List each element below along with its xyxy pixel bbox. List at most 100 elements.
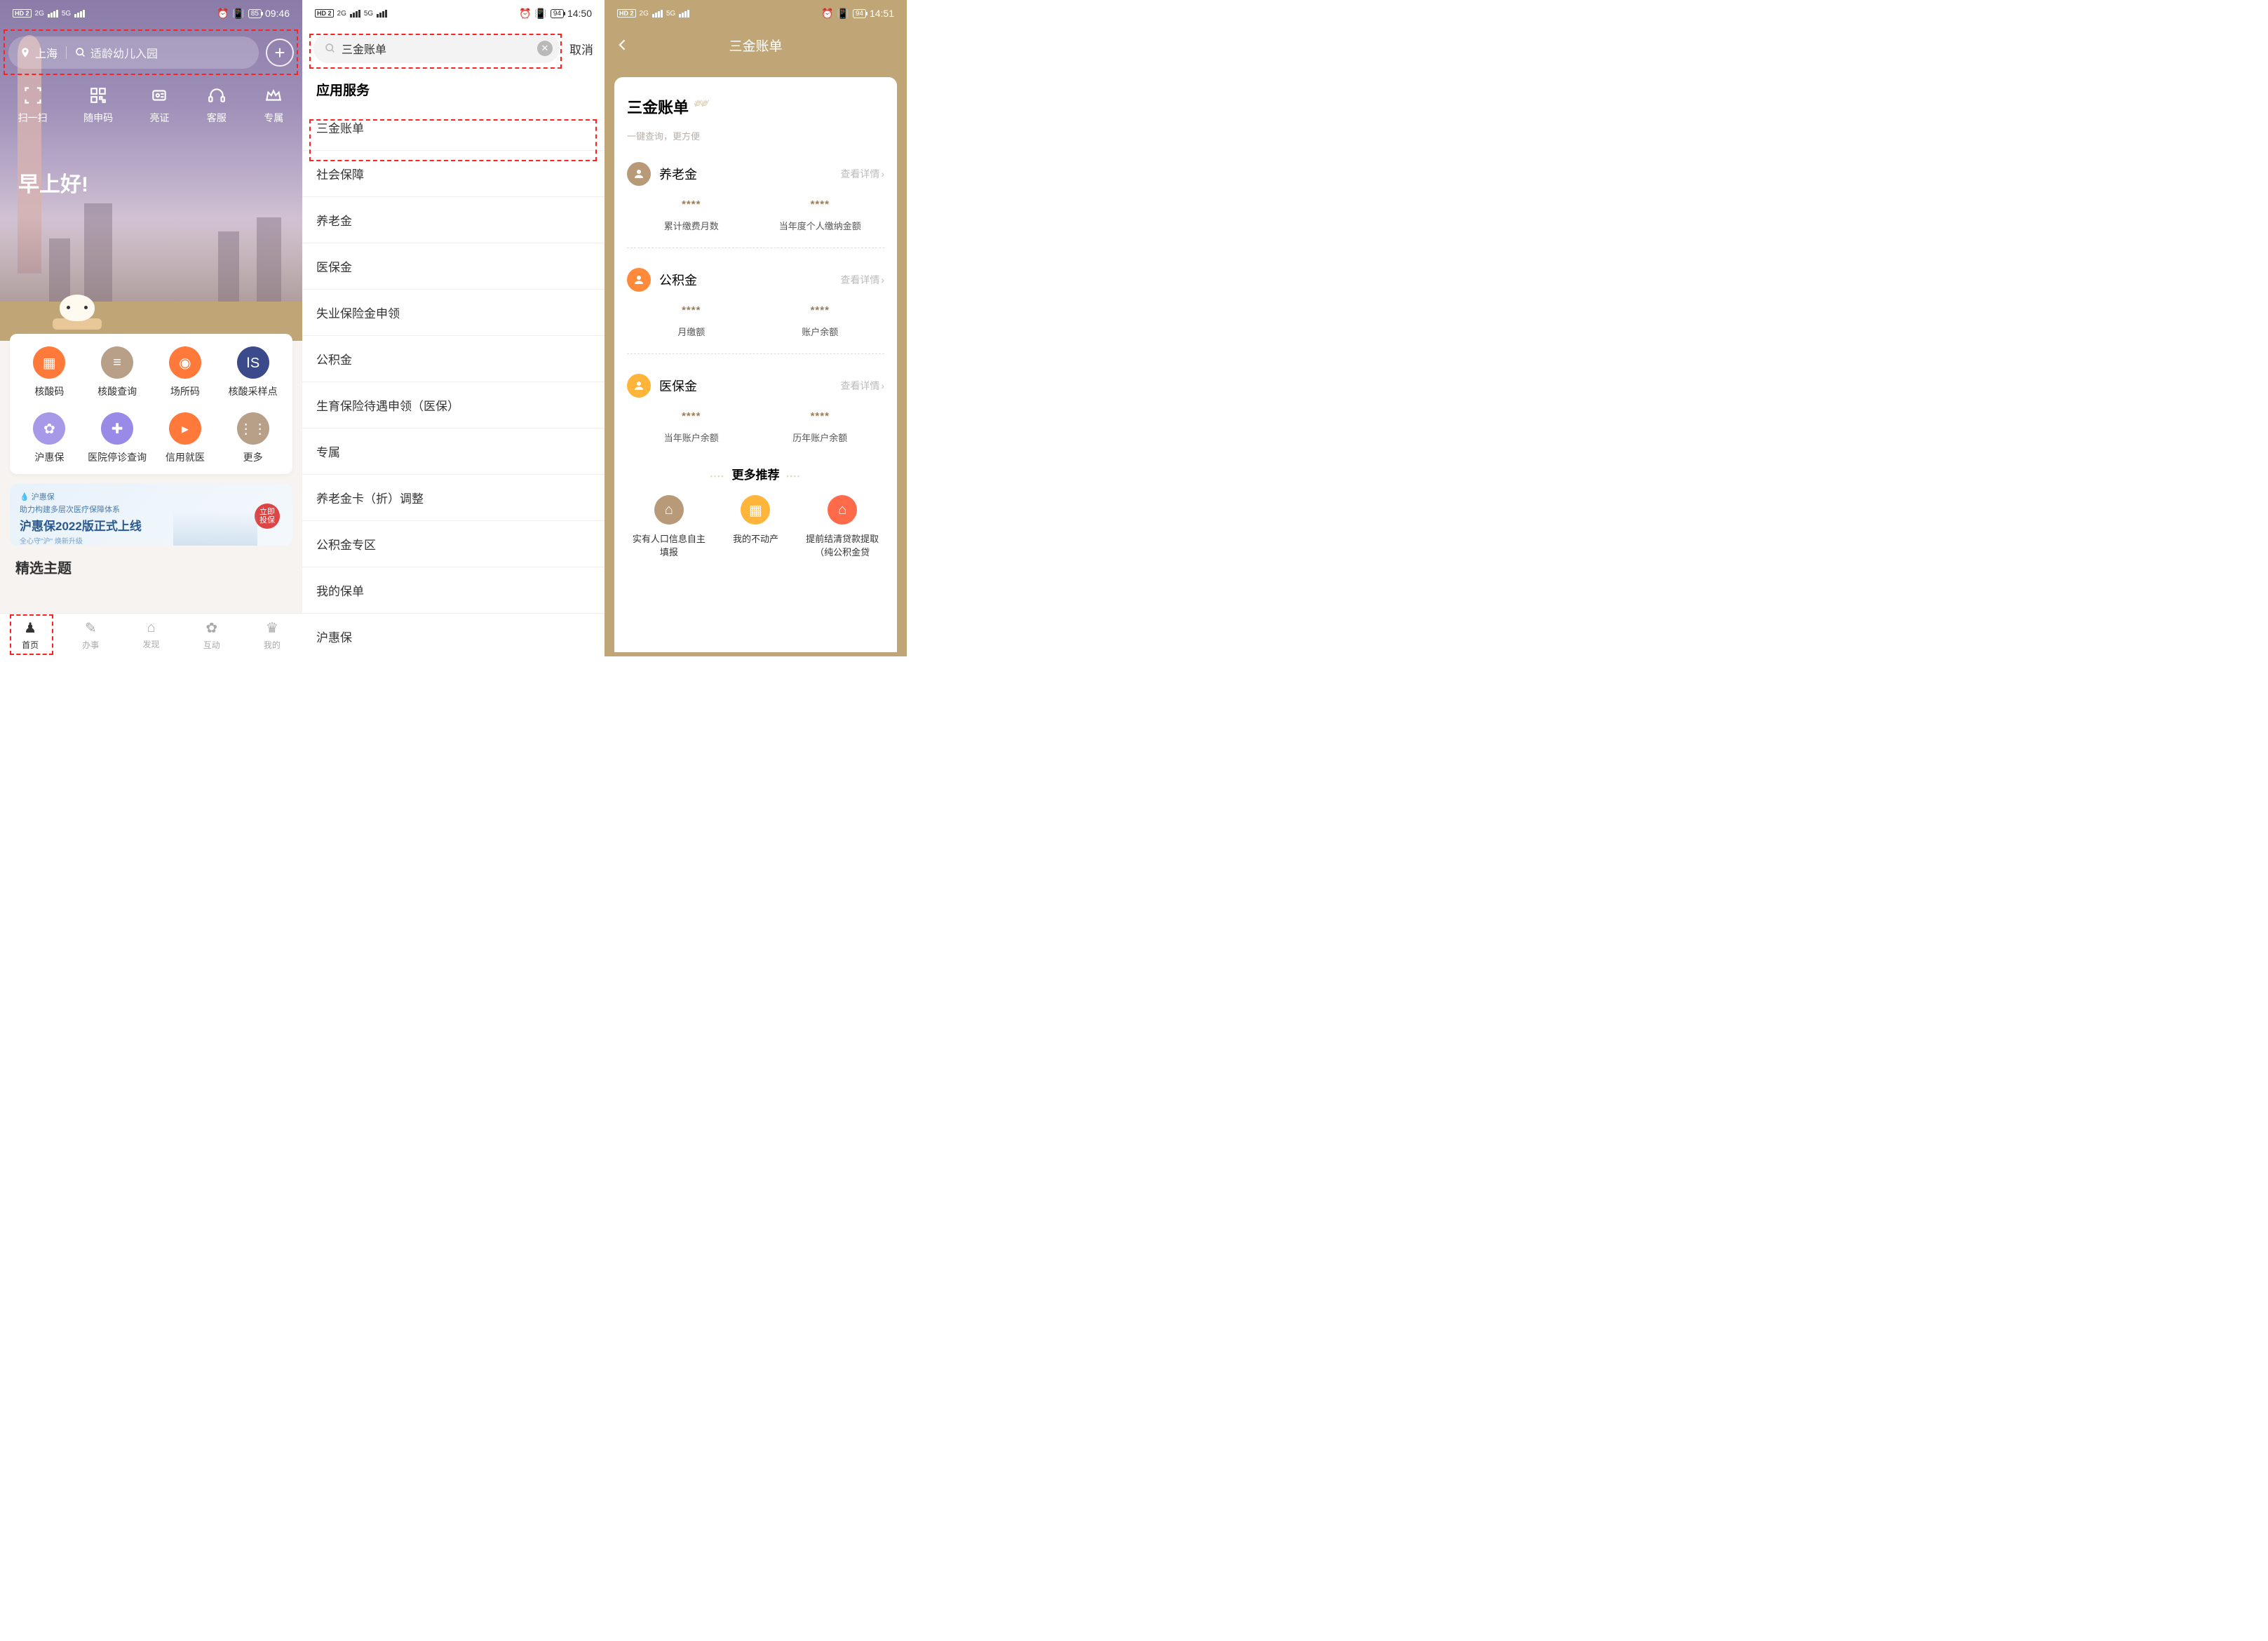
lotus-icon: ✿ [33,412,65,445]
service-item[interactable]: ◉场所码 [151,346,220,398]
promo-banner[interactable]: 💧 沪惠保 助力构建多层次医疗保障体系 沪惠保2022版正式上线 全心守"沪" … [10,484,292,546]
chevron-right-icon: › [881,274,884,285]
toolbar-item-scan[interactable]: 扫一扫 [18,86,48,125]
tab-互动[interactable]: ✿互动 [182,614,242,656]
tab-label: 办事 [82,639,99,651]
recommendation-item[interactable]: ▦我的不动产 [717,495,794,558]
screen-search: HD 2 2G 5G ⏰ 📳 94 14:50 三金账单 ✕ 取消 应用服务 三… [302,0,605,656]
toolbar-item-badge[interactable]: 亮证 [149,86,170,125]
view-detail-link[interactable]: 查看详情 › [840,167,884,181]
results-section-title: 应用服务 [302,73,605,104]
service-item[interactable]: ≡核酸查询 [83,346,151,398]
toolbar-item-headset[interactable]: 客服 [206,86,227,125]
recommendations-grid: ⌂实有人口信息自主填报▦我的不动产⌂提前结清贷款提取（纯公积金贷 [627,495,884,558]
search-result-item[interactable]: 专属 [302,428,605,475]
hd-badge: HD 2 [13,9,32,18]
crown-icon [263,86,284,105]
search-result-item[interactable]: 养老金 [302,197,605,243]
search-result-item[interactable]: 三金账单 [302,104,605,151]
page-subtitle: 一键查询，更方便 [627,129,884,142]
badge-icon [149,86,170,105]
tab-办事[interactable]: ✎办事 [60,614,121,656]
screen-funds: HD 2 2G 5G ⏰ 📳 94 14:51 三金账单 三金账单 ༗༗ 一键查… [605,0,907,656]
qr-icon: ▦ [33,346,65,379]
tab-我的[interactable]: ♛我的 [242,614,302,656]
alarm-icon: ⏰ [821,8,833,20]
service-label: 医院停诊查询 [88,450,147,464]
tab-首页[interactable]: ♟ 首页 [0,614,60,656]
tab-icon: ✿ [205,619,217,637]
clock: 09:46 [265,8,290,19]
service-item[interactable]: ⋮⋮更多 [219,412,287,464]
hd-badge: HD 2 [617,9,636,18]
service-item[interactable]: ▸信用就医 [151,412,220,464]
visibility-toggle-icon[interactable]: ༗༗ [694,90,708,123]
search-result-item[interactable]: 公积金专区 [302,521,605,567]
search-input[interactable]: 三金账单 ✕ [313,34,560,63]
toolbar-item-qr[interactable]: 随申码 [83,86,113,125]
signal-icon [48,10,58,18]
search-result-item[interactable]: 社会保障 [302,151,605,197]
dots-icon: ⋮⋮ [237,412,269,445]
qr-icon [88,86,109,105]
search-bar[interactable]: 上海 适龄幼儿入园 [8,36,259,69]
back-button[interactable] [616,38,630,52]
tab-label: 首页 [22,639,39,651]
clear-icon[interactable]: ✕ [537,41,553,56]
fund-icon [627,268,651,292]
search-result-item[interactable]: 养老金卡（折）调整 [302,475,605,521]
clock: 14:51 [870,8,894,19]
fund-block: 医保金 查看详情 › ****当年账户余额 ****历年账户余额 [627,374,884,459]
fund-name: 养老金 [659,165,840,183]
net-5g: 5G [62,10,71,18]
search-result-item[interactable]: 公积金 [302,336,605,382]
greeting-text: 早上好! [18,167,302,198]
vibrate-icon: 📳 [837,8,849,20]
rec-label: 提前结清贷款提取（纯公积金贷 [804,532,881,558]
banner-line2: 沪惠保2022版正式上线 [20,516,283,534]
hd-badge: HD 2 [315,9,334,18]
status-bar: HD 2 2G 5G ⏰ 📳 94 14:50 [302,0,605,27]
rec-icon: ▦ [741,495,770,525]
service-item[interactable]: ✚医院停诊查询 [83,412,151,464]
value-label: 当年度个人缴纳金额 [756,219,885,232]
value-label: 账户余额 [756,325,885,338]
add-button[interactable]: + [266,39,294,67]
toolbar-label: 专属 [264,111,283,125]
search-result-item[interactable]: 失业保险金申领 [302,290,605,336]
tab-发现[interactable]: ⌂发现 [121,614,181,656]
signal-icon-2 [74,10,85,18]
view-detail-link[interactable]: 查看详情 › [840,379,884,393]
tab-icon: ♛ [266,619,278,637]
toolbar-item-crown[interactable]: 专属 [263,86,284,125]
masked-value: **** [627,410,756,422]
net-5g: 5G [364,10,373,18]
banner-cta[interactable]: 立即投保 [255,504,280,529]
search-result-item[interactable]: 生育保险待遇申领（医保） [302,382,605,428]
service-item[interactable]: ✿沪惠保 [15,412,83,464]
value-label: 月缴额 [627,325,756,338]
clock: 14:50 [567,8,592,19]
banner-line3: 全心守"沪" 焕新升级 [20,535,283,546]
recommendation-item[interactable]: ⌂提前结清贷款提取（纯公积金贷 [804,495,881,558]
location-label: 上海 [35,44,58,61]
value-label: 历年账户余额 [756,431,885,444]
recommendation-item[interactable]: ⌂实有人口信息自主填报 [630,495,708,558]
headset-icon [206,86,227,105]
service-label: 核酸采样点 [229,384,278,398]
section-featured: 精选主题 [15,557,79,577]
search-result-item[interactable]: 沪惠保 [302,614,605,656]
battery-indicator: 94 [853,9,866,18]
service-item[interactable]: ▦核酸码 [15,346,83,398]
service-item[interactable]: ⅠS核酸采样点 [219,346,287,398]
chevron-right-icon: › [881,168,884,180]
search-result-item[interactable]: 医保金 [302,243,605,290]
cancel-button[interactable]: 取消 [569,40,593,58]
fund-icon [627,162,651,186]
toolbar-label: 扫一扫 [18,111,48,125]
fund-name: 公积金 [659,271,840,289]
tab-icon: ♟ [24,619,36,637]
quick-toolbar: 扫一扫 随申码 亮证客服专属 [0,86,302,125]
search-result-item[interactable]: 我的保单 [302,567,605,614]
view-detail-link[interactable]: 查看详情 › [840,273,884,287]
